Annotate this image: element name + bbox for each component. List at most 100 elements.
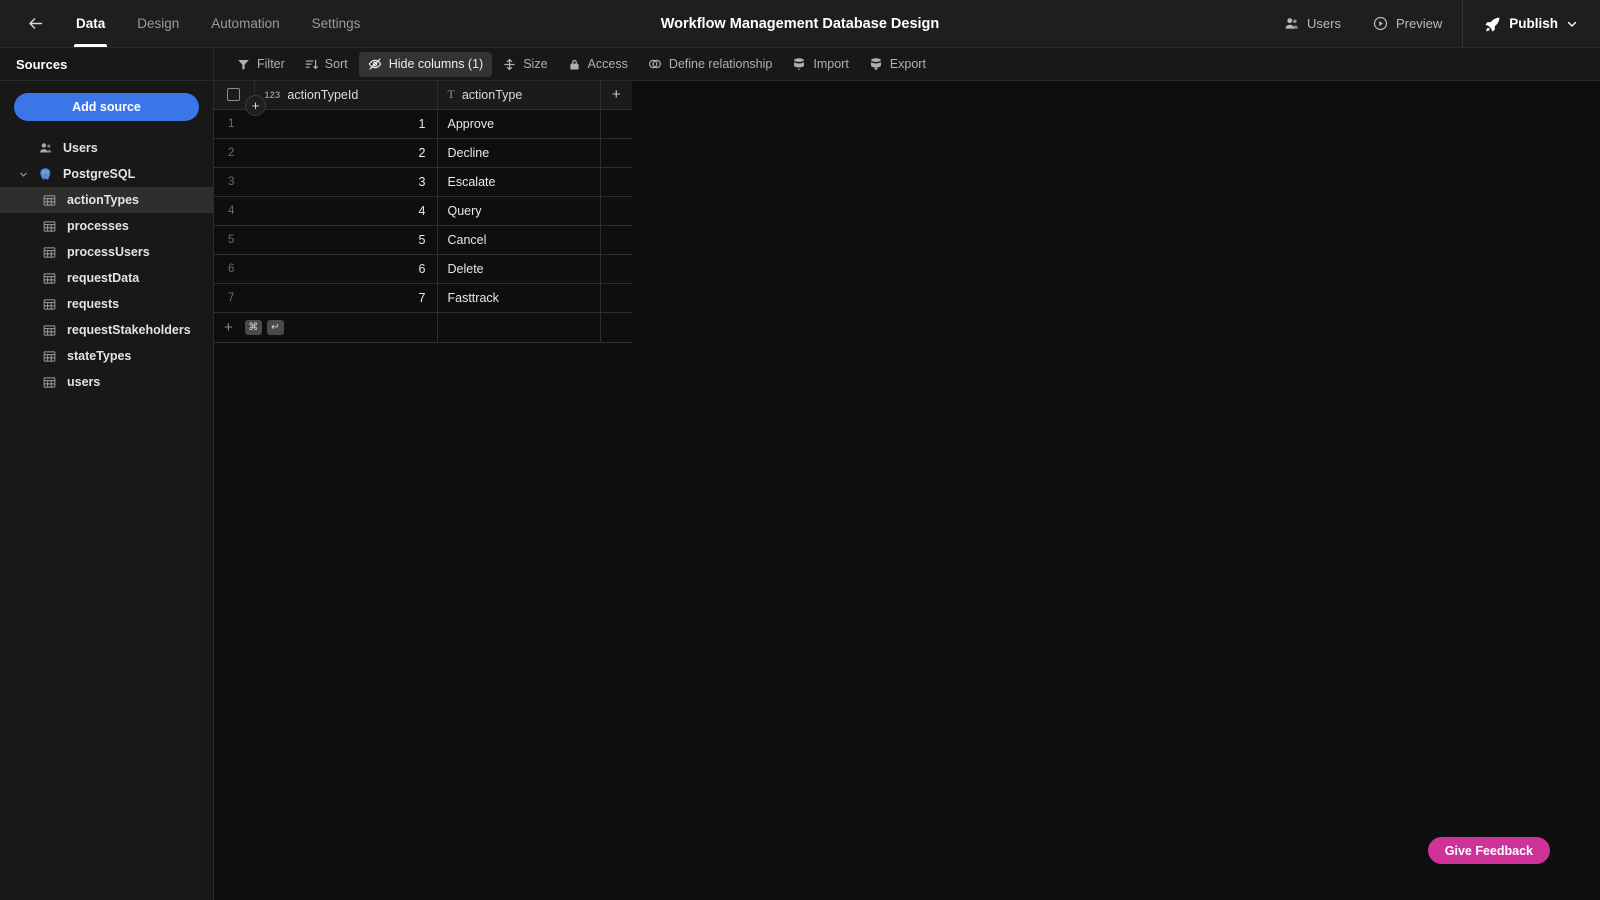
tab-automation[interactable]: Automation: [195, 0, 295, 47]
row-number: 3: [214, 167, 254, 197]
hide-columns-label: Hide columns (1): [388, 57, 484, 71]
sidebar-item-requests[interactable]: requests: [0, 291, 213, 317]
cell-actiontype[interactable]: Escalate: [437, 167, 601, 197]
import-button[interactable]: Import: [783, 52, 857, 77]
table-row[interactable]: 4 4 Query: [214, 196, 632, 226]
cell-actiontypeid[interactable]: 4: [254, 196, 438, 226]
arrow-left-icon: [26, 14, 45, 33]
column-header-actiontype[interactable]: T actionType: [437, 81, 601, 110]
cell-actiontype[interactable]: Decline: [437, 138, 601, 168]
sidebar-item-users[interactable]: Users: [0, 135, 213, 161]
add-row-spacer-2: [600, 312, 632, 343]
hide-columns-button[interactable]: Hide columns (1): [358, 51, 493, 77]
sidebar-item-processes[interactable]: processes: [0, 213, 213, 239]
users-button[interactable]: Users: [1268, 0, 1357, 47]
back-button[interactable]: [18, 0, 52, 47]
chevron-down-icon[interactable]: [1566, 18, 1578, 30]
sidebar-item-users-label: Users: [63, 141, 98, 155]
cell-actiontype[interactable]: Fasttrack: [437, 283, 601, 313]
column-header-actiontypeid[interactable]: 123 actionTypeId: [254, 81, 438, 110]
select-all-checkbox[interactable]: [227, 88, 241, 102]
header-row: 123 actionTypeId T actionType +: [214, 81, 632, 110]
add-column-button[interactable]: +: [600, 81, 632, 110]
tab-data[interactable]: Data: [60, 0, 121, 47]
table-icon: [41, 324, 58, 337]
cell-actiontypeid[interactable]: 7: [254, 283, 438, 313]
users-icon: [1284, 16, 1299, 31]
sidebar-item-postgresql-label: PostgreSQL: [63, 167, 136, 181]
row-height-icon: [503, 58, 516, 71]
users-button-label: Users: [1307, 16, 1341, 31]
cell-actiontype[interactable]: Approve: [437, 109, 601, 139]
text-T-icon: T: [447, 87, 455, 102]
tab-settings[interactable]: Settings: [296, 0, 377, 47]
row-number: 6: [214, 254, 254, 284]
add-row-controls[interactable]: + ⌘ ↵: [214, 312, 438, 343]
cell-actiontype[interactable]: Delete: [437, 254, 601, 284]
sidebar-item-actiontypes[interactable]: actionTypes: [0, 187, 213, 213]
table-icon: [41, 220, 58, 233]
tab-data-label: Data: [76, 16, 106, 31]
define-relationship-button[interactable]: Define relationship: [639, 52, 782, 77]
database-export-icon: [869, 57, 883, 71]
insert-row-floating-button[interactable]: +: [245, 95, 266, 116]
table-row[interactable]: 1 1 Approve: [214, 109, 632, 139]
table-row[interactable]: 7 7 Fasttrack: [214, 283, 632, 313]
table-row[interactable]: 3 3 Escalate: [214, 167, 632, 197]
sort-button[interactable]: Sort: [296, 52, 357, 77]
data-grid: 123 actionTypeId T actionType + 1 1 Appr…: [214, 81, 632, 343]
sidebar-item-processes-label: processes: [67, 219, 129, 233]
cell-actiontypeid[interactable]: 6: [254, 254, 438, 284]
sidebar-item-requests-label: requests: [67, 297, 120, 311]
funnel-icon: [237, 58, 250, 71]
size-button[interactable]: Size: [494, 52, 556, 77]
sidebar-item-requeststakeholders-label: requestStakeholders: [67, 323, 191, 337]
preview-button[interactable]: Preview: [1357, 0, 1458, 47]
filter-button[interactable]: Filter: [228, 52, 294, 77]
sidebar-item-requeststakeholders[interactable]: requestStakeholders: [0, 317, 213, 343]
export-label: Export: [889, 57, 926, 71]
cell-actiontype[interactable]: Query: [437, 196, 601, 226]
add-column-icon: +: [611, 86, 621, 104]
sidebar-item-processusers[interactable]: processUsers: [0, 239, 213, 265]
sidebar-item-postgresql[interactable]: PostgreSQL: [0, 161, 213, 187]
tab-design[interactable]: Design: [121, 0, 195, 47]
filter-label: Filter: [257, 57, 285, 71]
add-row-plus-icon[interactable]: +: [224, 320, 233, 335]
sidebar-item-users-table[interactable]: users: [0, 369, 213, 395]
command-key-chip: ⌘: [244, 319, 262, 335]
grid-area: + 123 actionTypeId T actionType + 1 1 Ap…: [214, 81, 1600, 900]
cell-spacer: [600, 196, 632, 226]
cell-actiontypeid[interactable]: 5: [254, 225, 438, 255]
row-number: 2: [214, 138, 254, 168]
sidebar-item-requestdata[interactable]: requestData: [0, 265, 213, 291]
tab-automation-label: Automation: [211, 16, 280, 31]
cell-actiontype[interactable]: Cancel: [437, 225, 601, 255]
give-feedback-button[interactable]: Give Feedback: [1427, 837, 1550, 864]
row-number: 7: [214, 283, 254, 313]
rocket-icon: [1485, 16, 1501, 32]
cell-actiontypeid[interactable]: 3: [254, 167, 438, 197]
table-row[interactable]: 2 2 Decline: [214, 138, 632, 168]
cell-spacer: [600, 109, 632, 139]
add-row[interactable]: + ⌘ ↵: [214, 312, 632, 343]
chevron-down-icon[interactable]: [18, 170, 28, 179]
table-row[interactable]: 5 5 Cancel: [214, 225, 632, 255]
tab-settings-label: Settings: [311, 16, 361, 31]
access-button[interactable]: Access: [559, 52, 637, 77]
publish-button[interactable]: Publish: [1467, 0, 1600, 47]
cell-actiontypeid[interactable]: 1: [254, 109, 438, 139]
table-icon: [41, 272, 58, 285]
add-source-button[interactable]: Add source: [14, 93, 199, 121]
table-icon: [41, 194, 58, 207]
grid-toolbar: Filter Sort Hide columns (1) Size Access…: [214, 48, 1600, 81]
cell-actiontypeid[interactable]: 2: [254, 138, 438, 168]
sidebar-item-statetypes-label: stateTypes: [67, 349, 132, 363]
export-button[interactable]: Export: [860, 52, 935, 77]
grid-body: 1 1 Approve 2 2 Decline 3 3 Escalate 4 4…: [214, 109, 632, 343]
table-row[interactable]: 6 6 Delete: [214, 254, 632, 284]
sidebar-item-statetypes[interactable]: stateTypes: [0, 343, 213, 369]
tab-design-label: Design: [137, 16, 180, 31]
row-number: 5: [214, 225, 254, 255]
sidebar-item-users-table-label: users: [67, 375, 101, 389]
